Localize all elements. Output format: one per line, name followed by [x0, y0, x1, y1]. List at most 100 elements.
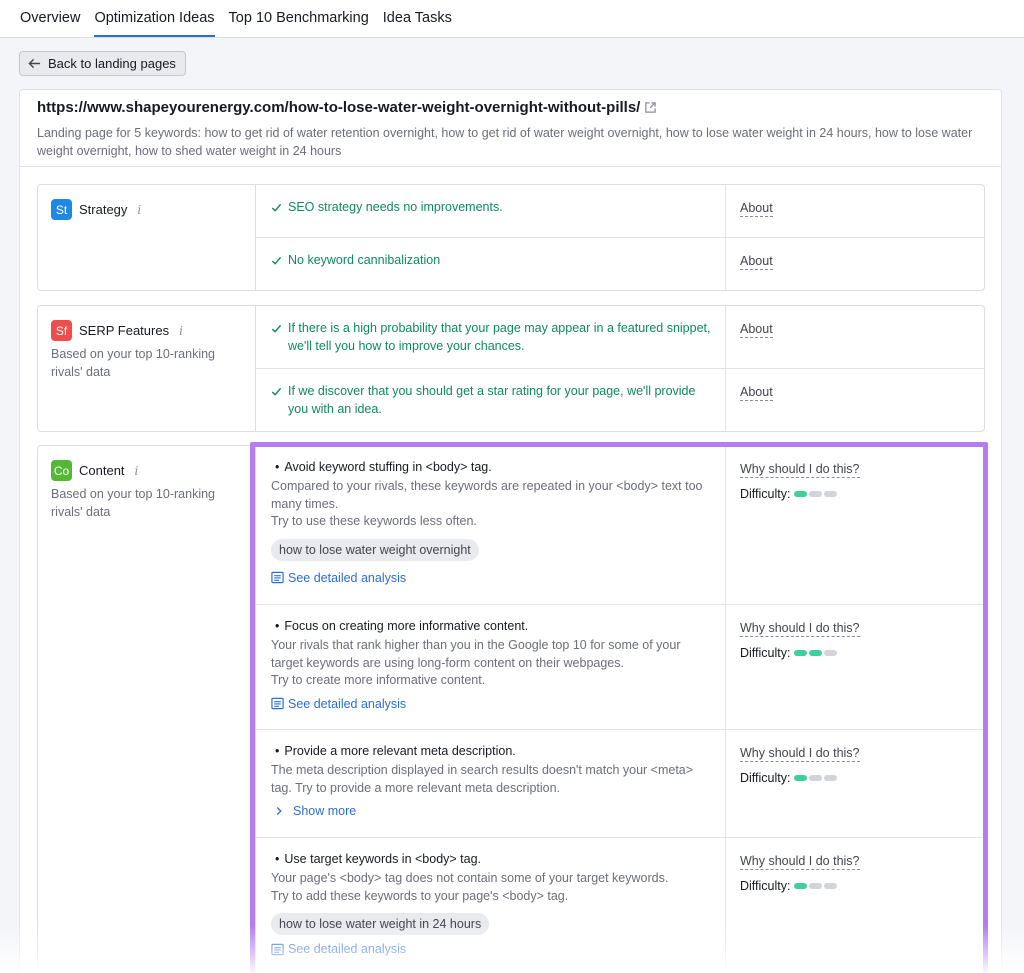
about-link[interactable]: About	[740, 385, 773, 401]
page-url: https://www.shapeyourenergy.com/how-to-l…	[37, 99, 984, 116]
strategy-row: SEO strategy needs no improvements. Abou…	[256, 185, 984, 238]
serp-row: If there is a high probability that your…	[256, 306, 984, 369]
show-more-link[interactable]: Show more	[271, 804, 711, 818]
content-title: Content	[79, 463, 125, 478]
why-should-i-do-this-link[interactable]: Why should I do this?	[740, 621, 860, 637]
tab-bar: Overview Optimization Ideas Top 10 Bench…	[0, 0, 1024, 38]
idea-recommendation: Try to add these keywords to your page's…	[271, 888, 569, 903]
info-icon[interactable]: i	[137, 203, 141, 217]
serp-features-title: SERP Features	[79, 323, 170, 338]
why-should-i-do-this-link[interactable]: Why should I do this?	[740, 462, 860, 478]
see-detailed-analysis-link[interactable]: See detailed analysis	[271, 697, 711, 711]
difficulty-bar	[809, 650, 823, 656]
strategy-header: St Strategy i	[38, 185, 256, 290]
check-icon	[271, 324, 282, 333]
difficulty-bar	[794, 491, 808, 497]
page-description: Landing page for 5 keywords: how to get …	[37, 126, 973, 158]
landing-page-card: https://www.shapeyourenergy.com/how-to-l…	[19, 89, 1002, 973]
serp-row-text: If we discover that you should get a sta…	[288, 384, 696, 416]
info-icon[interactable]: i	[179, 324, 183, 338]
keyword-chip: how to lose water weight in 24 hours	[271, 913, 490, 935]
idea-recommendation: Try to use these keywords less often.	[271, 514, 477, 528]
idea-description: Compared to your rivals, these keywords …	[271, 479, 703, 511]
difficulty-bar	[824, 491, 838, 497]
check-icon	[271, 256, 282, 265]
arrow-left-icon	[28, 58, 41, 69]
difficulty-bar	[794, 775, 808, 781]
tab-idea-tasks[interactable]: Idea Tasks	[383, 10, 452, 37]
difficulty-indicator: Difficulty:	[740, 771, 970, 785]
idea-title: Use target keywords in <body> tag.	[284, 852, 482, 866]
content-subtitle: Based on your top 10-ranking rivals' dat…	[51, 487, 215, 519]
page-url-text[interactable]: https://www.shapeyourenergy.com/how-to-l…	[37, 99, 640, 116]
why-should-i-do-this-link[interactable]: Why should I do this?	[740, 854, 860, 870]
check-icon	[271, 387, 282, 396]
serp-features-badge: Sf	[51, 320, 72, 341]
see-detailed-analysis-link[interactable]: See detailed analysis	[271, 571, 711, 585]
document-icon	[271, 571, 284, 584]
idea-description: Your rivals that rank higher than you in…	[271, 638, 681, 670]
tab-optimization-ideas[interactable]: Optimization Ideas	[94, 10, 215, 37]
strategy-row-text: No keyword cannibalization	[288, 253, 441, 267]
tab-overview[interactable]: Overview	[20, 10, 80, 37]
about-link[interactable]: About	[740, 322, 773, 338]
strategy-row: No keyword cannibalization About	[256, 238, 984, 291]
chevron-right-icon	[276, 806, 282, 816]
idea-row: • Use target keywords in <body> tag. Your…	[256, 838, 984, 973]
serp-row: If we discover that you should get a sta…	[256, 369, 984, 432]
link-label: See detailed analysis	[288, 696, 407, 711]
about-link[interactable]: About	[740, 201, 773, 217]
difficulty-bar	[824, 775, 838, 781]
difficulty-bar	[809, 491, 823, 497]
difficulty-label: Difficulty:	[740, 646, 791, 660]
idea-title: Provide a more relevant meta description…	[284, 744, 516, 758]
difficulty-bar	[824, 650, 838, 656]
external-link-icon[interactable]	[644, 101, 657, 114]
tab-top-10-benchmarking[interactable]: Top 10 Benchmarking	[229, 10, 369, 37]
difficulty-bar	[809, 883, 823, 889]
content-badge: Co	[51, 460, 72, 481]
keyword-chip: how to lose water weight overnight	[271, 538, 479, 561]
why-should-i-do-this-link[interactable]: Why should I do this?	[740, 746, 860, 762]
back-button-label: Back to landing pages	[48, 56, 176, 71]
difficulty-indicator: Difficulty:	[740, 646, 970, 660]
back-to-landing-pages-button[interactable]: Back to landing pages	[19, 51, 186, 76]
serp-features-section: Sf SERP Features i Based on your top 10-…	[37, 305, 985, 432]
difficulty-indicator: Difficulty:	[740, 879, 970, 893]
difficulty-bar	[824, 883, 838, 889]
link-label: See detailed analysis	[288, 570, 407, 585]
difficulty-bar	[794, 883, 808, 889]
difficulty-bar	[794, 650, 808, 656]
idea-row: • Focus on creating more informative cont…	[256, 605, 984, 730]
link-label: See detailed analysis	[288, 942, 407, 956]
idea-row: • Avoid keyword stuffing in <body> tag. C…	[256, 446, 984, 605]
content-section: Co Content i Based on your top 10-rankin…	[37, 445, 985, 973]
strategy-section: St Strategy i SEO strategy needs no impr…	[37, 184, 985, 291]
see-detailed-analysis-link[interactable]: See detailed analysis	[271, 942, 711, 956]
check-icon	[271, 203, 282, 212]
difficulty-indicator: Difficulty:	[740, 487, 970, 501]
idea-description: The meta description displayed in search…	[271, 763, 694, 795]
difficulty-bar	[809, 775, 823, 781]
content-header: Co Content i Based on your top 10-rankin…	[38, 446, 256, 973]
about-link[interactable]: About	[740, 254, 773, 270]
strategy-title: Strategy	[79, 202, 128, 217]
serp-features-header: Sf SERP Features i Based on your top 10-…	[38, 306, 256, 431]
info-icon[interactable]: i	[135, 464, 139, 478]
idea-title: Avoid keyword stuffing in <body> tag.	[284, 460, 492, 474]
idea-row: • Provide a more relevant meta descriptio…	[256, 730, 984, 838]
strategy-row-text: SEO strategy needs no improvements.	[288, 200, 503, 214]
link-label: Show more	[293, 804, 357, 818]
idea-description: Your page's <body> tag does not contain …	[271, 871, 669, 885]
idea-title: Focus on creating more informative conte…	[284, 619, 529, 633]
serp-features-subtitle: Based on your top 10-ranking rivals' dat…	[51, 347, 215, 379]
strategy-badge: St	[51, 199, 72, 220]
document-icon	[271, 697, 284, 710]
landing-page-header: https://www.shapeyourenergy.com/how-to-l…	[20, 90, 1001, 167]
difficulty-label: Difficulty:	[740, 879, 791, 893]
serp-row-text: If there is a high probability that your…	[288, 321, 711, 353]
idea-recommendation: Try to create more informative content.	[271, 673, 486, 687]
difficulty-label: Difficulty:	[740, 487, 791, 501]
document-icon	[271, 943, 284, 955]
difficulty-label: Difficulty:	[740, 771, 791, 785]
